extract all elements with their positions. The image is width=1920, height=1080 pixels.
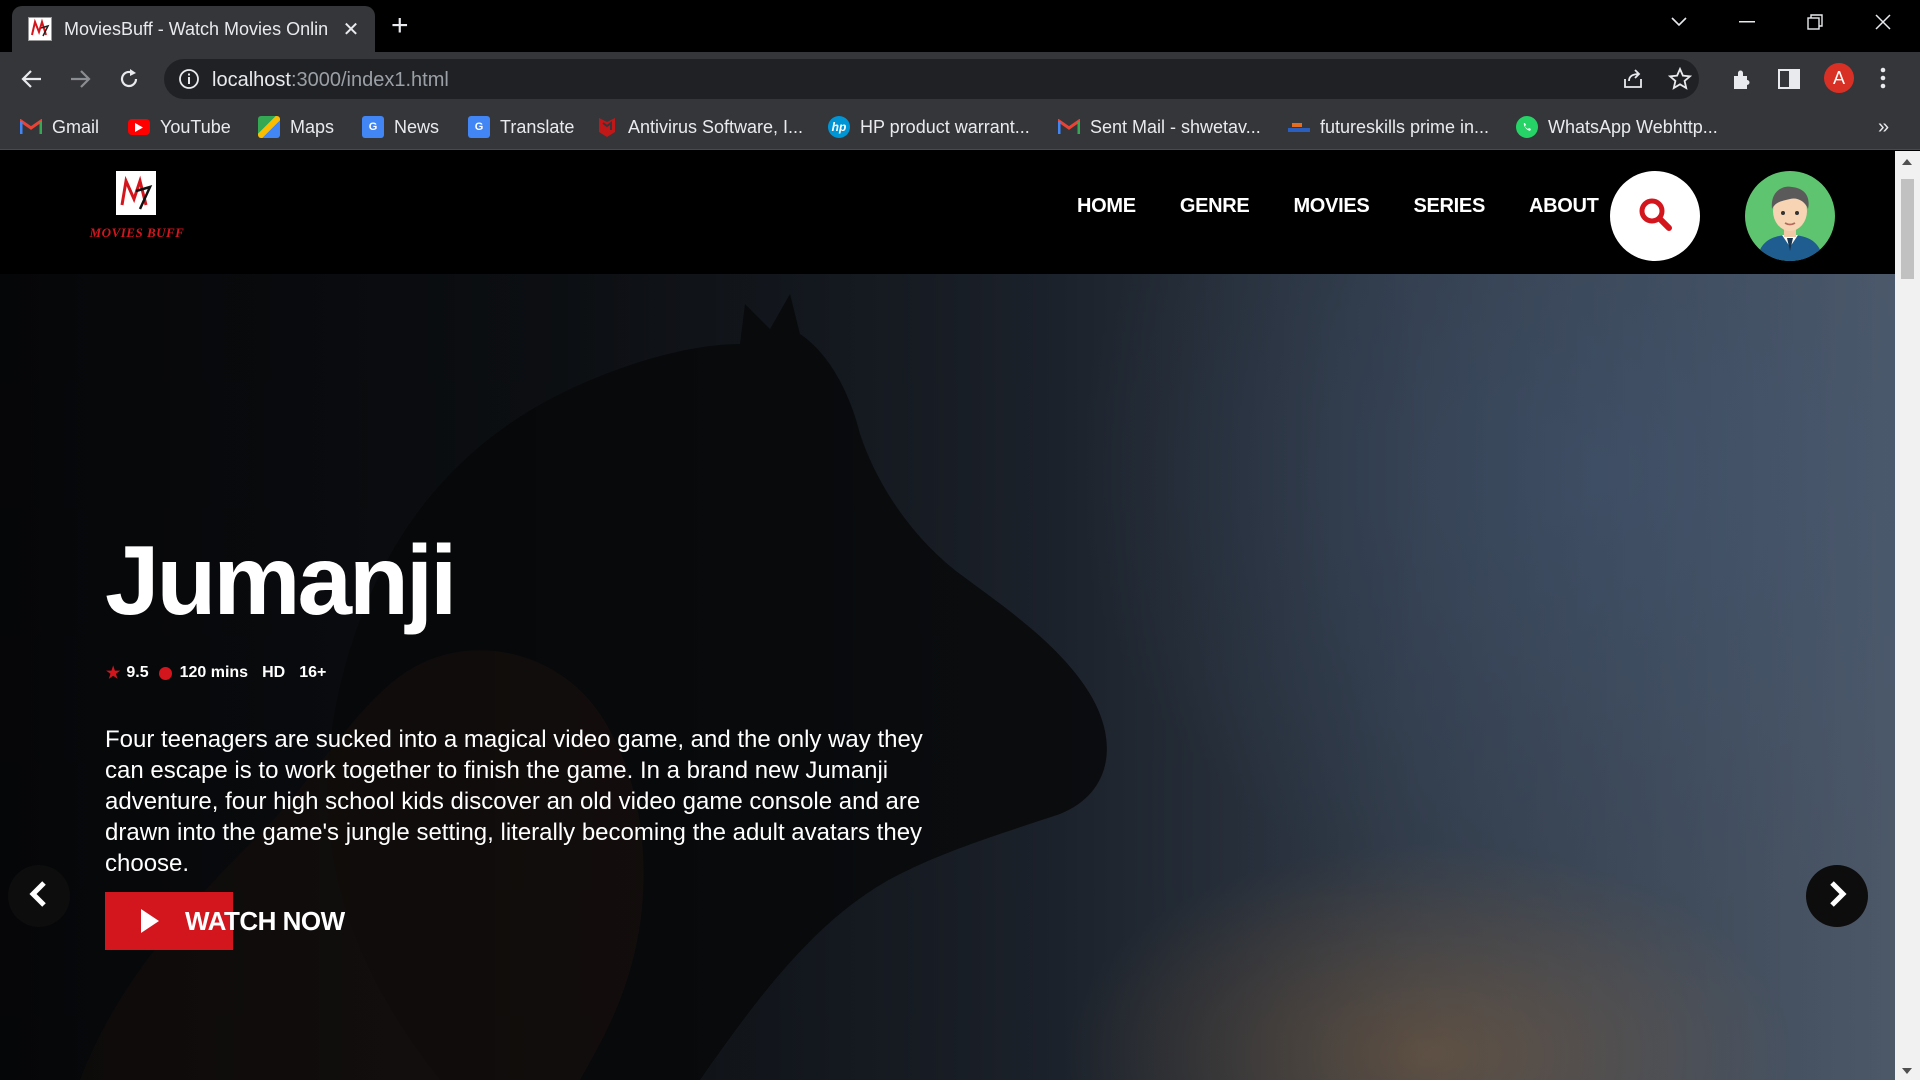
nav-genre[interactable]: GENRE: [1180, 195, 1250, 218]
mcafee-icon: [596, 116, 618, 138]
bookmark-futureskills[interactable]: futureskills prime in...: [1288, 114, 1489, 140]
gmail-icon: [20, 116, 42, 138]
watch-now-label: WATCH NOW: [185, 905, 345, 936]
bookmark-translate[interactable]: G Translate: [468, 114, 574, 140]
browser-tab-strip: MoviesBuff - Watch Movies Onlin ✕ +: [0, 0, 1920, 52]
bookmark-hp[interactable]: hp HP product warrant...: [828, 114, 1030, 140]
logo-text: MOVIES BUFF: [89, 225, 185, 240]
url-path: :3000/index1.html: [290, 69, 449, 91]
bookmark-antivirus[interactable]: Antivirus Software, I...: [596, 114, 803, 140]
new-tab-icon[interactable]: +: [391, 11, 409, 41]
reload-icon[interactable]: [112, 62, 146, 96]
extensions-icon[interactable]: [1730, 68, 1754, 97]
bookmark-label: Maps: [290, 116, 335, 137]
browser-tab[interactable]: MoviesBuff - Watch Movies Onlin ✕: [12, 6, 375, 52]
bookmark-label: WhatsApp Webhttp...: [1548, 116, 1718, 137]
bookmark-star-icon[interactable]: [1667, 66, 1693, 96]
nav-about[interactable]: ABOUT: [1529, 195, 1599, 218]
page-viewport: MOVIES BUFF HOME GENRE MOVIES SERIES ABO…: [0, 151, 1895, 1080]
forward-icon[interactable]: [63, 62, 97, 96]
bookmark-gmail[interactable]: Gmail: [20, 114, 99, 140]
side-panel-icon[interactable]: [1778, 68, 1800, 95]
translate-icon: G: [468, 116, 490, 138]
hero-title: Jumanji: [105, 525, 457, 635]
logo-mark-icon: [116, 171, 156, 215]
quality-badge: HD: [262, 664, 286, 681]
duration-value: 120 mins: [179, 664, 249, 681]
close-window-icon[interactable]: [1850, 0, 1916, 44]
site-logo[interactable]: MOVIES BUFF: [82, 171, 192, 241]
bookmark-label: Gmail: [52, 116, 100, 137]
scroll-up-icon[interactable]: [1902, 159, 1912, 165]
user-avatar-icon: [1757, 186, 1823, 261]
url-host: localhost: [212, 69, 291, 91]
bookmark-label: News: [394, 116, 440, 137]
minimize-icon[interactable]: [1714, 0, 1780, 44]
tab-close-icon[interactable]: ✕: [339, 17, 363, 42]
bookmark-whatsapp[interactable]: WhatsApp Webhttp...: [1516, 114, 1718, 140]
nav-home[interactable]: HOME: [1077, 195, 1136, 218]
prev-slide-button[interactable]: [8, 865, 70, 927]
news-icon: G: [362, 116, 384, 138]
bookmark-label: futureskills prime in...: [1320, 116, 1490, 137]
movie-meta: ★ 9.5 120 mins HD 16+: [106, 663, 326, 683]
bookmark-label: Sent Mail - shwetav...: [1090, 116, 1261, 137]
clock-icon: [158, 666, 172, 680]
site-favicon-icon: [28, 17, 52, 41]
more-bookmarks-icon[interactable]: »: [1878, 116, 1889, 139]
user-avatar[interactable]: [1745, 171, 1835, 261]
scroll-down-icon[interactable]: [1902, 1068, 1912, 1074]
bookmarks-bar: Gmail YouTube Maps G News G Translate An…: [0, 104, 1920, 150]
back-icon[interactable]: [15, 62, 49, 96]
browser-toolbar: localhost:3000/index1.html A: [0, 52, 1920, 104]
chevron-right-icon: [1826, 880, 1848, 913]
star-icon: ★: [106, 665, 121, 682]
nav-movies[interactable]: MOVIES: [1293, 195, 1369, 218]
rating-value: 9.5: [126, 664, 149, 681]
gmail-icon: [1058, 116, 1080, 138]
youtube-icon: [128, 119, 150, 135]
next-slide-button[interactable]: [1806, 865, 1868, 927]
tab-search-icon[interactable]: [1646, 0, 1712, 44]
bookmark-sent-mail[interactable]: Sent Mail - shwetav...: [1058, 114, 1261, 140]
watch-now-button[interactable]: WATCH NOW: [105, 892, 345, 950]
chevron-left-icon: [28, 880, 50, 913]
bookmark-news[interactable]: G News: [362, 114, 439, 140]
age-rating-badge: 16+: [299, 664, 327, 681]
whatsapp-icon: [1516, 116, 1538, 138]
maps-icon: [258, 116, 280, 138]
main-nav: HOME GENRE MOVIES SERIES ABOUT: [1077, 195, 1643, 218]
movie-description: Four teenagers are sucked into a magical…: [105, 726, 923, 877]
restore-icon[interactable]: [1782, 0, 1848, 44]
play-icon: [141, 909, 159, 933]
address-bar[interactable]: localhost:3000/index1.html: [164, 59, 1699, 99]
site-header: MOVIES BUFF HOME GENRE MOVIES SERIES ABO…: [0, 151, 1895, 274]
search-icon: [1637, 196, 1673, 237]
hero-banner: Jumanji ★ 9.5 120 mins HD 16+ Four teena…: [0, 274, 1895, 1080]
tab-title: MoviesBuff - Watch Movies Onlin: [64, 18, 329, 39]
site-info-icon[interactable]: [178, 68, 200, 95]
nav-series[interactable]: SERIES: [1413, 195, 1485, 218]
scrollbar-thumb[interactable]: [1901, 179, 1914, 279]
bookmark-label: Antivirus Software, I...: [628, 116, 804, 137]
chrome-menu-icon[interactable]: [1879, 66, 1887, 95]
page-scrollbar[interactable]: [1895, 151, 1920, 1080]
bookmark-label: YouTube: [160, 116, 231, 137]
hp-icon: hp: [828, 116, 850, 138]
search-button[interactable]: [1610, 171, 1700, 261]
bookmark-maps[interactable]: Maps: [258, 114, 334, 140]
profile-avatar[interactable]: A: [1824, 63, 1854, 93]
url-text: localhost:3000/index1.html: [212, 69, 449, 92]
futureskills-icon: [1288, 116, 1310, 138]
bookmark-label: HP product warrant...: [860, 116, 1030, 137]
bookmark-label: Translate: [500, 116, 575, 137]
share-icon[interactable]: [1621, 67, 1645, 96]
bookmark-youtube[interactable]: YouTube: [128, 114, 231, 140]
